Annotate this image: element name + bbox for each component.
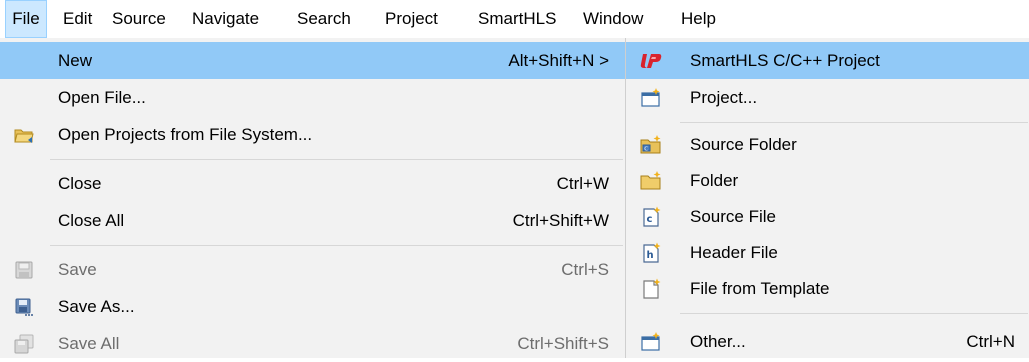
template-file-icon [643, 278, 661, 299]
submenu-item-folder[interactable]: Folder [626, 162, 1029, 199]
save-as-icon [15, 298, 33, 316]
menu-source[interactable]: Source [112, 0, 166, 38]
menu-smarthls[interactable]: SmartHLS [478, 0, 556, 38]
submenu-item-shortcut: Ctrl+N [966, 332, 1015, 351]
submenu-separator [680, 122, 1028, 123]
menu-separator [50, 245, 623, 246]
menu-item-label: Close [58, 174, 102, 193]
source-file-icon: c [643, 206, 661, 227]
submenu-item-label: Source Folder [690, 135, 797, 154]
submenu-item-label: Source File [690, 207, 776, 226]
header-file-icon: h [643, 242, 661, 263]
menu-item-label: Close All [58, 211, 125, 230]
menu-item-shortcut: Ctrl+W [556, 174, 609, 193]
menu-item-label: Save [58, 260, 97, 279]
submenu-item-label: SmartHLS C/C++ Project [690, 51, 880, 70]
menu-file[interactable]: File [5, 0, 47, 38]
submenu-item-file-from-template[interactable]: File from Template [626, 270, 1029, 307]
menu-item-save-as[interactable]: Save As... [0, 288, 625, 325]
menu-window[interactable]: Window [583, 0, 643, 38]
smarthls-project-icon [640, 54, 662, 68]
menu-item-close[interactable]: Close Ctrl+W [0, 165, 625, 202]
menu-bar: File Edit Source Navigate Search Project… [0, 0, 1029, 38]
submenu-item-label: Other... [690, 332, 746, 351]
menu-item-shortcut: Ctrl+Shift+W [512, 211, 609, 230]
menu-edit[interactable]: Edit [63, 0, 92, 38]
menu-item-open-projects[interactable]: Open Projects from File System... [0, 116, 625, 153]
menu-item-save-all[interactable]: Save All Ctrl+Shift+S [0, 325, 625, 362]
submenu-item-other[interactable]: Other... Ctrl+N [626, 323, 1029, 360]
file-menu: New Alt+Shift+N > Open File... Open Proj… [0, 38, 625, 358]
menu-item-shortcut: Ctrl+Shift+S [517, 334, 609, 353]
menu-item-shortcut: Ctrl+S [561, 260, 609, 279]
submenu-item-label: Header File [690, 243, 778, 262]
menu-item-open-file[interactable]: Open File... [0, 79, 625, 116]
menu-item-label: Open File... [58, 88, 146, 107]
submenu-separator [680, 313, 1028, 314]
submenu-item-project[interactable]: Project... [626, 79, 1029, 116]
menu-separator [50, 159, 623, 160]
svg-text:h: h [647, 250, 654, 261]
menu-item-save[interactable]: Save Ctrl+S [0, 251, 625, 288]
menu-item-close-all[interactable]: Close All Ctrl+Shift+W [0, 202, 625, 239]
menu-project[interactable]: Project [385, 0, 438, 38]
submenu-item-label: Folder [690, 171, 739, 190]
other-wizard-icon [641, 332, 660, 351]
menu-search[interactable]: Search [297, 0, 351, 38]
menu-item-label: Save All [58, 334, 120, 353]
new-submenu: SmartHLS C/C++ Project Project... C Sour… [625, 38, 1029, 358]
submenu-item-label: File from Template [690, 279, 830, 298]
source-folder-icon: C [640, 135, 661, 154]
menu-item-shortcut: Alt+Shift+N > [508, 51, 609, 70]
save-all-icon [14, 334, 34, 354]
menu-item-label: Save As... [58, 297, 135, 316]
submenu-item-header-file[interactable]: h Header File [626, 234, 1029, 271]
submenu-item-smarthls-project[interactable]: SmartHLS C/C++ Project [626, 42, 1029, 79]
save-icon [15, 261, 33, 279]
submenu-item-source-folder[interactable]: C Source Folder [626, 126, 1029, 163]
submenu-item-label: Project... [690, 88, 758, 107]
svg-text:C: C [644, 146, 648, 152]
new-project-icon [641, 88, 660, 107]
menu-item-label: Open Projects from File System... [58, 125, 313, 144]
menu-navigate[interactable]: Navigate [192, 0, 259, 38]
menu-item-new[interactable]: New Alt+Shift+N > [0, 42, 625, 79]
menu-help[interactable]: Help [681, 0, 716, 38]
svg-text:c: c [647, 214, 653, 225]
menu-item-label: New [58, 51, 93, 70]
folder-open-icon [14, 129, 34, 143]
folder-icon [640, 171, 661, 190]
submenu-item-source-file[interactable]: c Source File [626, 198, 1029, 235]
